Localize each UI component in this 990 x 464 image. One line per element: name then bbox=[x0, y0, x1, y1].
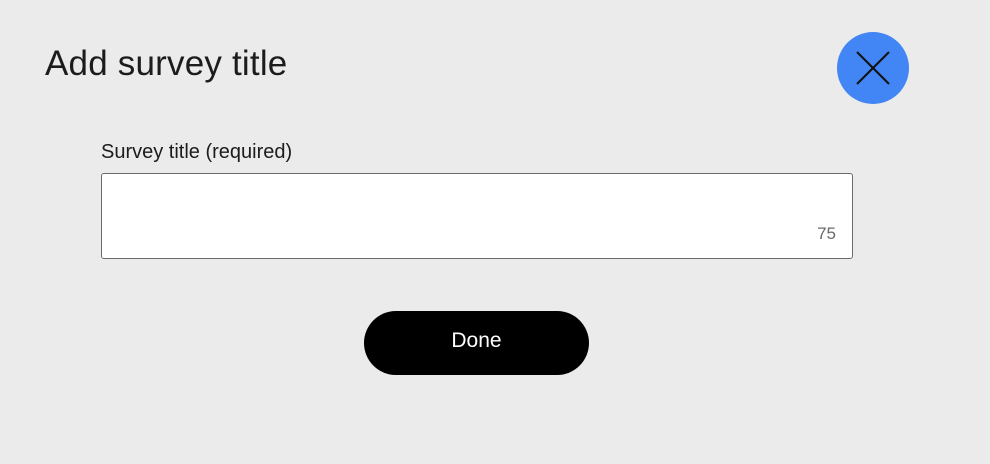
done-button[interactable]: Done bbox=[364, 311, 589, 375]
dialog-title: Add survey title bbox=[45, 44, 288, 83]
close-icon bbox=[854, 49, 892, 87]
close-button[interactable] bbox=[837, 32, 909, 104]
survey-title-label: Survey title (required) bbox=[101, 141, 293, 163]
survey-title-input[interactable] bbox=[102, 174, 852, 258]
add-survey-title-dialog: Add survey title Survey title (required)… bbox=[0, 0, 990, 464]
survey-title-field[interactable]: 75 bbox=[101, 173, 853, 259]
character-count: 75 bbox=[817, 224, 836, 243]
